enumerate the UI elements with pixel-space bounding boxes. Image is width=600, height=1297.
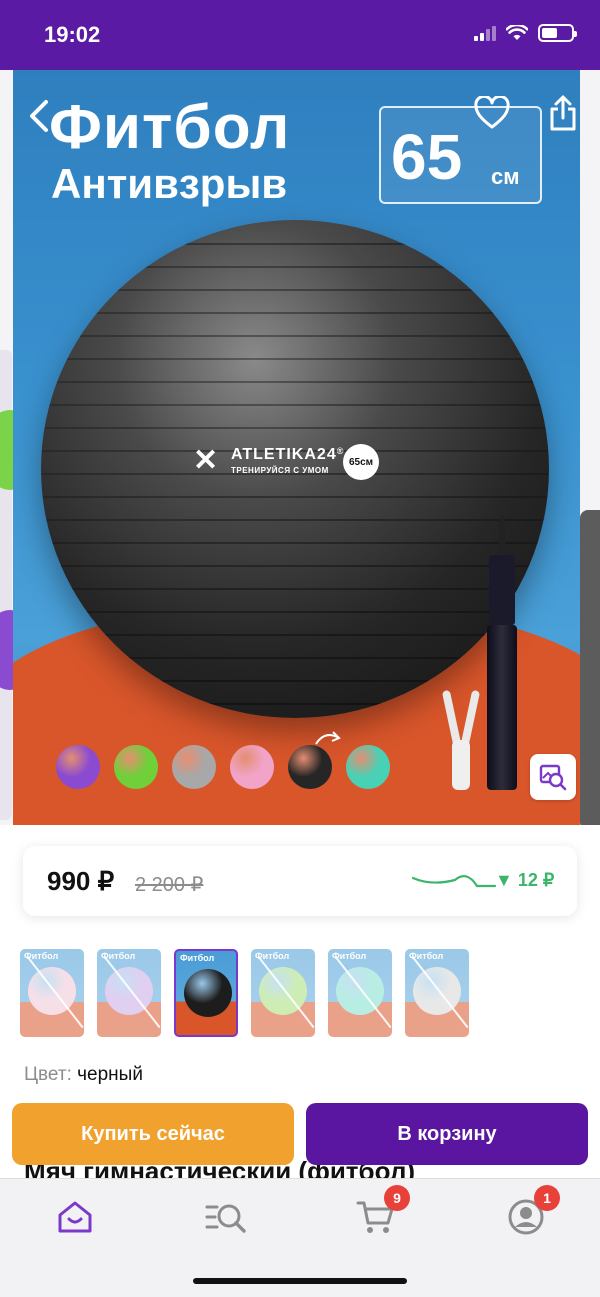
product-main-image[interactable]: Фитбол Антивзрыв 65 см ✕ ATLETIKA24® ТРЕ… xyxy=(13,70,580,825)
product-gallery[interactable]: Фитбол Антивзрыв 65 см ✕ ATLETIKA24® ТРЕ… xyxy=(0,70,600,825)
cart-badge: 9 xyxy=(384,1185,410,1211)
color-thumbnail[interactable]: Фитбол xyxy=(251,949,315,1037)
signal-icon xyxy=(474,25,496,41)
mini-ball xyxy=(56,745,100,789)
size-unit: см xyxy=(491,164,520,189)
share-icon[interactable] xyxy=(548,94,578,132)
home-icon xyxy=(58,1201,92,1233)
hero-title: Фитбол xyxy=(49,93,291,162)
ball-size-badge: 65см xyxy=(343,444,379,480)
size-box: 65 см xyxy=(379,106,542,204)
color-thumbnail[interactable]: Фитбол xyxy=(328,949,392,1037)
color-thumbnail[interactable]: Фитбол xyxy=(174,949,238,1037)
current-price: 990 ₽ xyxy=(47,866,115,896)
status-time: 19:02 xyxy=(44,22,101,47)
arrow-icon xyxy=(315,731,341,745)
catalog-search-icon xyxy=(205,1204,246,1233)
battery-icon xyxy=(538,24,577,42)
price-trend-icon xyxy=(411,875,497,888)
color-option: Цвет: черный xyxy=(24,1064,143,1086)
tab-cart[interactable]: 9 xyxy=(356,1185,410,1237)
old-price: 2 200 ₽ xyxy=(135,874,204,896)
mini-ball xyxy=(346,745,390,789)
image-search-button[interactable] xyxy=(530,754,576,800)
size-value: 65 xyxy=(391,121,463,193)
next-image-peek[interactable] xyxy=(580,510,600,825)
wifi-icon xyxy=(506,25,528,40)
brand-tagline: ТРЕНИРУЙСЯ С УМОМ xyxy=(231,466,329,475)
thumbnail-title: Фитбол xyxy=(180,953,215,963)
mini-ball xyxy=(114,745,158,789)
color-thumbnail[interactable]: Фитбол xyxy=(405,949,469,1037)
pump-image xyxy=(487,515,517,790)
heart-icon[interactable] xyxy=(474,96,510,130)
fork-tool-image xyxy=(441,689,481,790)
tab-profile[interactable]: 1 xyxy=(506,1185,560,1237)
brand-mark-icon: ✕ xyxy=(193,444,219,477)
mini-ball xyxy=(172,745,216,789)
brand-name: ATLETIKA24® xyxy=(231,446,345,463)
color-thumbnails: Фитбол Фитбол Фитбол Фитбол Фитбол Фитбол xyxy=(20,949,600,1037)
mini-ball xyxy=(288,745,332,789)
add-to-cart-button[interactable]: В корзину xyxy=(306,1103,588,1165)
status-bar: 19:02 xyxy=(0,0,600,70)
color-value: черный xyxy=(77,1064,143,1085)
mini-ball xyxy=(230,745,274,789)
buy-now-button[interactable]: Купить сейчас xyxy=(12,1103,294,1165)
tab-catalog[interactable] xyxy=(205,1197,246,1237)
back-icon[interactable] xyxy=(24,96,54,136)
prev-image-peek[interactable] xyxy=(0,350,30,820)
hero-subtitle: Антивзрыв xyxy=(51,160,288,207)
status-icons xyxy=(474,24,577,42)
profile-badge: 1 xyxy=(534,1185,560,1211)
home-indicator xyxy=(193,1278,407,1284)
color-label: Цвет: xyxy=(24,1064,72,1085)
image-search-icon xyxy=(539,764,567,791)
price-card[interactable]: 990 ₽ 2 200 ₽ ▼ 12 ₽ xyxy=(23,846,577,916)
price-drop: ▼ 12 ₽ xyxy=(495,870,555,890)
color-thumbnail[interactable]: Фитбол xyxy=(20,949,84,1037)
thumbnail-ball xyxy=(184,969,232,1017)
color-thumbnail[interactable]: Фитбол xyxy=(97,949,161,1037)
tab-home[interactable] xyxy=(55,1197,95,1237)
